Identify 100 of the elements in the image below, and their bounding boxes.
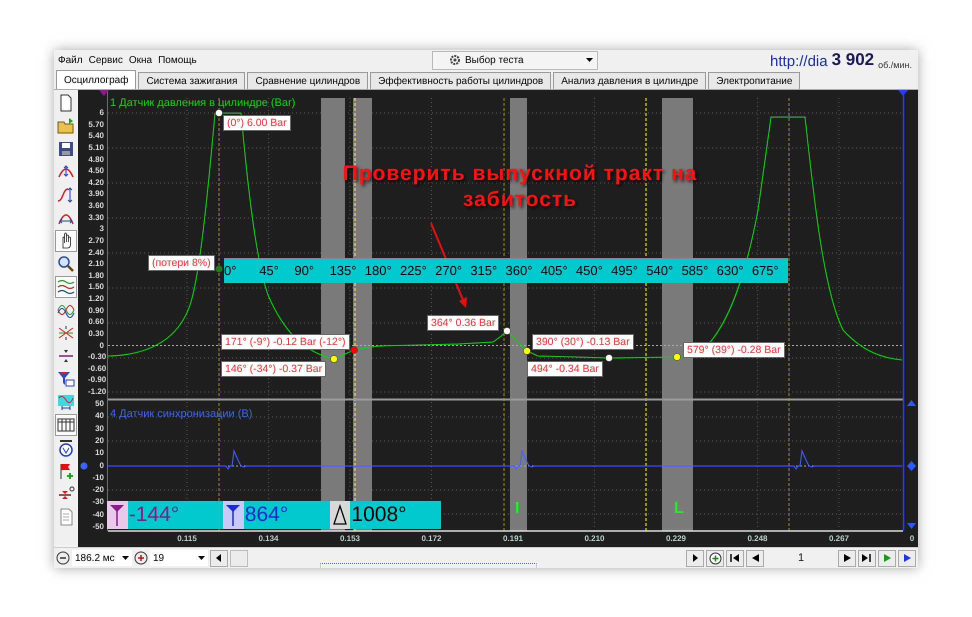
- caret-icon: [198, 556, 205, 560]
- degree-label: 315°: [470, 262, 498, 280]
- scroll-down-icon[interactable]: [907, 523, 916, 529]
- channel-title: 4 Датчик синхронизации (В): [110, 408, 252, 420]
- menu-item[interactable]: Окна: [128, 54, 152, 66]
- dropdown-strip[interactable]: [320, 563, 537, 568]
- test-selector[interactable]: Выбор теста: [432, 50, 598, 70]
- tab[interactable]: Осциллограф: [56, 70, 136, 89]
- axis-tick-label: 30: [94, 424, 104, 434]
- time-span-field[interactable]: 186.2 мс: [72, 550, 132, 566]
- tab[interactable]: Электропитание: [708, 72, 800, 89]
- measurement-label: (0°) 6.00 Bar: [223, 115, 291, 131]
- next-page-button[interactable]: [838, 550, 856, 566]
- offset-handle-icon[interactable]: [907, 461, 916, 471]
- degree-label: 540°: [646, 262, 674, 280]
- axis-tick-label: 40: [94, 411, 104, 422]
- marker-dot[interactable]: [503, 327, 511, 335]
- toolbar-button[interactable]: [55, 230, 77, 252]
- last-page-button[interactable]: [858, 550, 876, 566]
- left-arrow-icon: [216, 554, 222, 562]
- zoom-in-icon[interactable]: [134, 551, 148, 565]
- axis-tick-label: 0: [910, 534, 914, 543]
- offset-handle-icon[interactable]: [80, 462, 88, 470]
- degree-label: 270°: [435, 262, 464, 280]
- scroll-up-icon[interactable]: [907, 400, 916, 406]
- scroll-left-button[interactable]: [210, 550, 228, 566]
- vertical-scale-icon: [57, 186, 75, 204]
- sync-mark: I: [515, 500, 520, 518]
- cursor-line[interactable]: [218, 98, 220, 532]
- axis-tick-label: 0.191: [502, 534, 524, 543]
- measurement-label: 390° (30°) -0.13 Bar: [532, 334, 634, 350]
- menu-item[interactable]: Помощь: [158, 54, 197, 66]
- degree-label: 495°: [611, 262, 639, 280]
- filter-icon: [57, 370, 75, 388]
- toolbar-button[interactable]: [55, 414, 77, 436]
- count-field[interactable]: 19: [150, 550, 208, 566]
- axis-tick-label: 20: [94, 436, 104, 446]
- measurement-label: (потери 8%): [148, 255, 215, 271]
- axis-tick-label: 5.70: [88, 120, 104, 130]
- degree-label: 225°: [400, 262, 428, 280]
- page-number: 1: [796, 552, 806, 564]
- toolbar-button[interactable]: [55, 276, 77, 298]
- axis-tick-label: 2.40: [88, 248, 104, 258]
- rpm-unit: об./мин.: [878, 60, 912, 70]
- axis-tick-label: 0.115: [177, 534, 197, 543]
- axis-tick-label: 5.10: [88, 142, 104, 153]
- axis-tick-label: 1.80: [88, 270, 104, 281]
- marker-dot[interactable]: [330, 355, 338, 363]
- rpm-value: 3 902: [832, 50, 874, 70]
- degree-label: 450°: [576, 262, 604, 280]
- marker-dot[interactable]: [523, 347, 531, 355]
- sync-mark: L: [674, 500, 684, 518]
- marker-dot[interactable]: [350, 346, 358, 354]
- tab[interactable]: Сравнение цилиндров: [247, 72, 368, 89]
- axis-tick-label: 3.90: [88, 189, 104, 200]
- measurement-label: 171° (-9°) -0.12 Bar (-12°): [221, 334, 350, 350]
- readout-value: 1008°: [350, 503, 408, 527]
- channel-marker-icon[interactable]: [99, 90, 109, 96]
- zoom-out-icon[interactable]: [56, 551, 70, 565]
- add-button[interactable]: [706, 550, 724, 566]
- axis-tick-label: 0.229: [666, 534, 686, 543]
- marker-dot[interactable]: [215, 109, 223, 117]
- tab[interactable]: Система зажигания: [138, 72, 246, 89]
- channel-marker-icon[interactable]: [898, 90, 908, 96]
- auto-voltage-icon: [57, 439, 75, 457]
- axis-tick-label: 0.267: [828, 534, 850, 543]
- channel-title: 1 Датчик давления в цилиндре (Bar): [110, 97, 296, 109]
- axis-tick-label: 0.90: [88, 306, 104, 316]
- expand-button[interactable]: [686, 550, 704, 566]
- marker-dot[interactable]: [215, 265, 223, 273]
- tab[interactable]: Анализ давления в цилиндре: [553, 72, 706, 89]
- axis-tick-label: 0.172: [421, 534, 442, 543]
- scroll-thumb[interactable]: [230, 550, 248, 566]
- axis-tick-label: 50: [94, 399, 104, 409]
- measurement-label: 579° (39°) -0.28 Bar: [683, 342, 785, 358]
- axis-tick-label: 0.210: [584, 534, 605, 543]
- degree-label: 405°: [540, 262, 569, 280]
- axis-tick-label: 0: [98, 340, 104, 350]
- tab[interactable]: Эффективность работы цилиндров: [370, 72, 552, 89]
- first-page-button[interactable]: [726, 550, 744, 566]
- website-link[interactable]: http://dia: [770, 53, 828, 70]
- axis-tick-label: 5.40: [88, 131, 104, 142]
- axis-tick-label: 1.50: [88, 282, 104, 292]
- marker-dot[interactable]: [673, 353, 681, 361]
- axis-tick-label: -30: [91, 497, 104, 508]
- play-button[interactable]: [898, 550, 916, 566]
- axis-tick-label: 10: [94, 448, 104, 458]
- axis-tick-label: -40: [91, 510, 104, 520]
- sync-waves-icon: [57, 393, 75, 411]
- folder-icon: [57, 117, 75, 135]
- axis-tick-label: -0.90: [88, 375, 104, 386]
- axis-tick-label: 3: [98, 224, 104, 234]
- menu-item[interactable]: Файл: [58, 54, 83, 66]
- previous-page-button[interactable]: [746, 550, 764, 566]
- degree-label: 360°: [506, 262, 534, 280]
- marker-dot[interactable]: [605, 354, 613, 362]
- degree-label: 90°: [294, 262, 316, 280]
- menu-item[interactable]: Сервис: [88, 54, 123, 66]
- axis-tick-label: 0: [98, 460, 104, 470]
- degree-label: 585°: [681, 262, 710, 280]
